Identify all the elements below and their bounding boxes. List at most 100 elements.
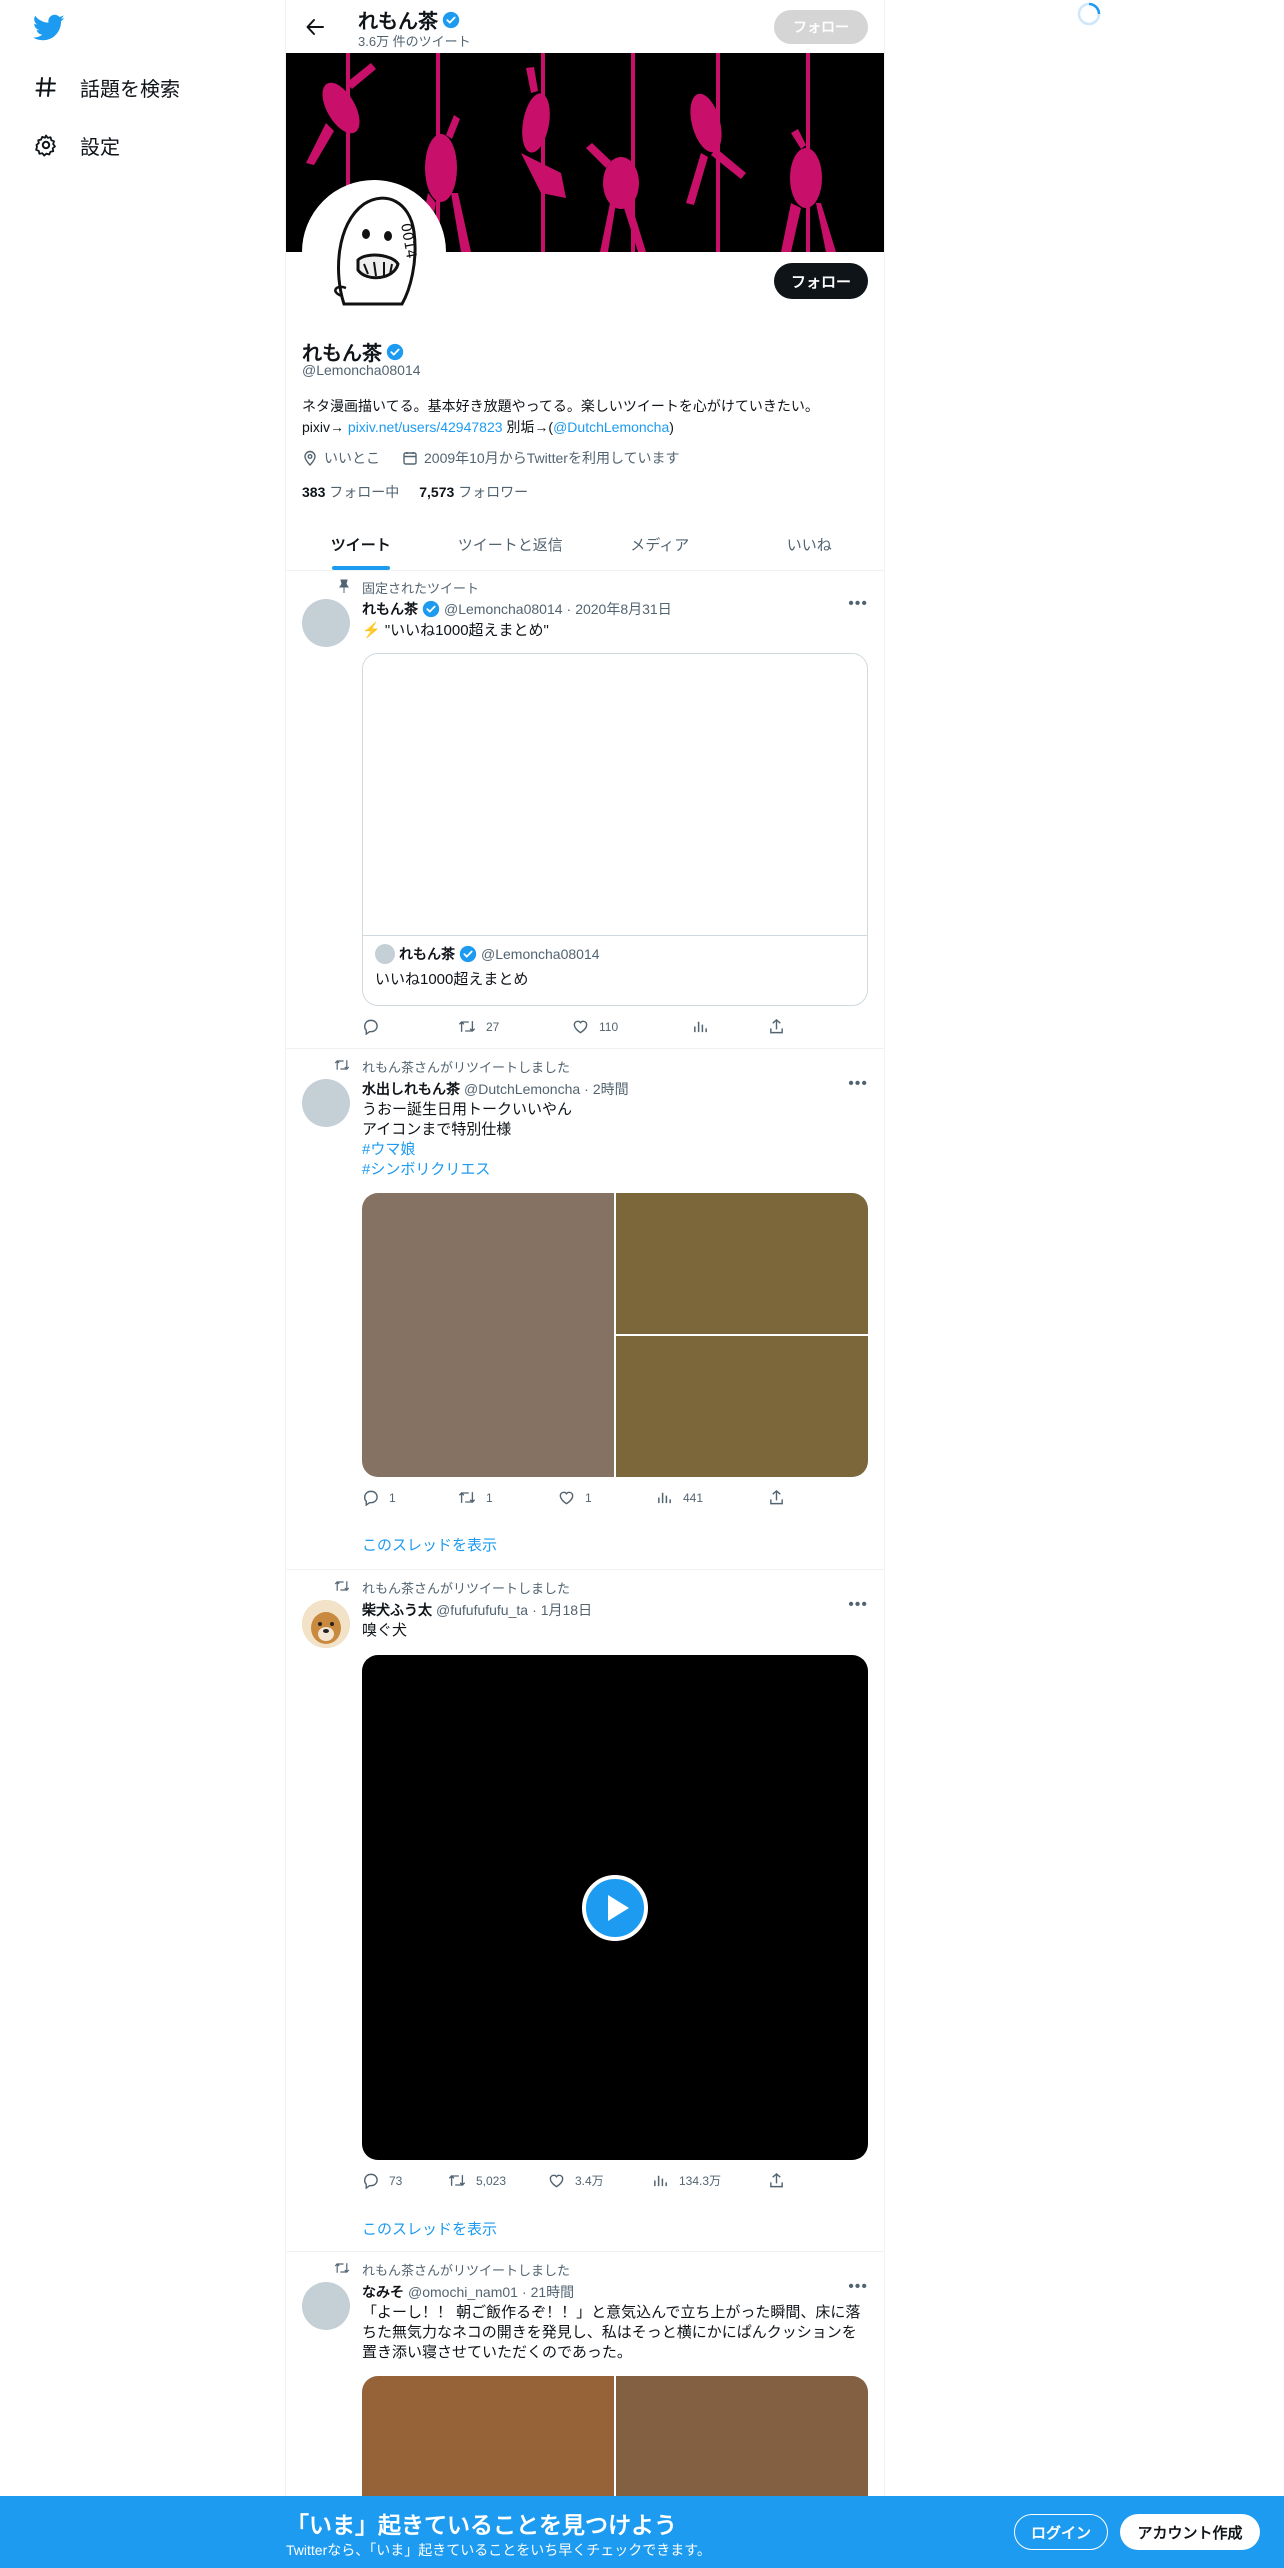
tweet-pinned[interactable]: 固定されたツイート れもん茶 @Lemoncha08014 · 2020年8月3… bbox=[286, 571, 884, 1049]
quote-author-handle: @Lemoncha08014 bbox=[481, 946, 600, 962]
like-button[interactable]: 110 bbox=[572, 1018, 618, 1035]
more-icon[interactable]: ••• bbox=[848, 2278, 868, 2296]
tweet-actions: 1 1 1 441 bbox=[362, 1489, 792, 1509]
tweet-text: 嗅ぐ犬 bbox=[362, 1622, 408, 1639]
tweet-author-name[interactable]: 柴犬ふう太 bbox=[362, 1600, 432, 1620]
header-title: れもん茶 bbox=[358, 5, 460, 34]
signup-banner-subtitle: Twitterなら、「いま」起きていることをいち早くチェックできます。 bbox=[286, 2542, 711, 2558]
avatar-drawing-image: 0014 bbox=[306, 184, 442, 320]
more-icon[interactable]: ••• bbox=[848, 1596, 868, 1614]
quote-header: れもん茶 @Lemoncha08014 bbox=[375, 944, 600, 964]
tweet-text: うおー誕生日用トークいいやん アイコンまで特別仕様 #ウマ娘 #シンボリクリエス bbox=[362, 1100, 868, 1180]
bio-line: ネタ漫画描いてる。基本好き放題やってる。楽しいツイートを心がけていきたい。 bbox=[302, 398, 819, 414]
follow-button[interactable]: フォロー bbox=[774, 263, 868, 299]
profile-header-bar: れもん茶 3.6万 件のツイート フォロー bbox=[286, 0, 884, 53]
back-button[interactable] bbox=[300, 12, 330, 42]
location-pin-icon bbox=[304, 450, 316, 466]
retweet-icon bbox=[448, 2175, 466, 2186]
header-follow-button[interactable]: フォロー bbox=[774, 10, 868, 44]
reply-button[interactable]: 73 bbox=[362, 2172, 402, 2189]
media-image[interactable] bbox=[616, 1193, 868, 1334]
calendar-icon bbox=[403, 452, 417, 465]
tweet-header: 柴犬ふう太 @fufufufufu_ta · 1月18日 bbox=[362, 1600, 593, 1620]
views-button[interactable]: 441 bbox=[656, 1489, 703, 1506]
profile-joined: 2009年10月からTwitterを利用しています bbox=[424, 450, 680, 466]
show-thread-link[interactable]: このスレッドを表示 bbox=[362, 1534, 497, 1555]
profile-stats: 383 フォロー中 7,573 フォロワー bbox=[302, 482, 528, 502]
tweet-author-name[interactable]: なみそ bbox=[362, 2282, 404, 2302]
tweet-author-handle[interactable]: @fufufufufu_ta bbox=[436, 1602, 528, 1618]
play-button-icon[interactable] bbox=[582, 1875, 648, 1941]
signup-button[interactable]: アカウント作成 bbox=[1120, 2514, 1260, 2550]
tweet-text: ⚡️ "いいね1000超えまとめ" bbox=[362, 622, 549, 639]
views-button[interactable] bbox=[692, 1018, 709, 1035]
views-button[interactable]: 134.3万 bbox=[652, 2172, 721, 2189]
tweet-media-grid[interactable] bbox=[362, 1193, 868, 1477]
following-link[interactable]: 383 フォロー中 bbox=[302, 482, 399, 502]
tweet-author-handle[interactable]: @Lemoncha08014 bbox=[444, 601, 563, 617]
like-button[interactable]: 3.4万 bbox=[548, 2172, 604, 2189]
nav-settings[interactable]: 設定 bbox=[34, 125, 120, 165]
nav-explore[interactable]: 話題を検索 bbox=[34, 67, 180, 107]
tweet-time[interactable]: 2時間 bbox=[593, 1079, 629, 1099]
reply-icon bbox=[364, 1490, 378, 1506]
hashtag-link[interactable]: #ウマ娘 bbox=[362, 1140, 868, 1160]
media-image[interactable] bbox=[616, 1336, 868, 1477]
heart-icon bbox=[549, 2174, 564, 2188]
avatar[interactable] bbox=[302, 1079, 350, 1127]
quote-card[interactable]: れもん茶 @Lemoncha08014 いいね1000超えまとめ bbox=[362, 653, 868, 1006]
tweet-author-name[interactable]: 水出しれもん茶 bbox=[362, 1079, 460, 1099]
reply-icon bbox=[364, 1019, 378, 1035]
share-button[interactable] bbox=[768, 1018, 785, 1035]
tweet-time[interactable]: 1月18日 bbox=[541, 1600, 592, 1620]
retweet-button[interactable]: 5,023 bbox=[448, 2172, 506, 2189]
tweet-time[interactable]: 2020年8月31日 bbox=[575, 599, 672, 619]
bio-links-line: pixiv→ pixiv.net/users/42947823 別垢→(@Dut… bbox=[302, 417, 872, 438]
avatar[interactable] bbox=[302, 1600, 350, 1648]
show-thread-link[interactable]: このスレッドを表示 bbox=[362, 2218, 497, 2239]
login-button[interactable]: ログイン bbox=[1014, 2514, 1108, 2550]
profile-bio: ネタ漫画描いてる。基本好き放題やってる。楽しいツイートを心がけていきたい。 pi… bbox=[302, 396, 872, 438]
alt-account-link[interactable]: @DutchLemoncha bbox=[553, 419, 669, 435]
share-button[interactable] bbox=[768, 1489, 785, 1506]
tweet-author-name[interactable]: れもん茶 bbox=[362, 599, 418, 619]
twitter-logo-icon[interactable] bbox=[32, 14, 65, 42]
avatar[interactable] bbox=[302, 599, 350, 647]
reply-count: 73 bbox=[389, 2173, 403, 2188]
retweet-button[interactable]: 1 bbox=[458, 1489, 493, 1506]
more-icon[interactable]: ••• bbox=[848, 1075, 868, 1093]
tweet-author-handle[interactable]: @DutchLemoncha bbox=[464, 1081, 580, 1097]
bio-text: 別垢→( bbox=[502, 419, 554, 435]
like-button[interactable]: 1 bbox=[558, 1489, 592, 1506]
tweet-actions: 27 110 bbox=[362, 1018, 792, 1038]
heart-icon bbox=[559, 1491, 574, 1505]
arrow-left-icon bbox=[306, 19, 324, 35]
gear-icon bbox=[34, 133, 58, 157]
tab-tweets-replies[interactable]: ツイートと返信 bbox=[436, 518, 586, 570]
more-icon[interactable]: ••• bbox=[848, 595, 868, 613]
tweet-author-handle[interactable]: @omochi_nam01 bbox=[408, 2284, 518, 2300]
tweet-time[interactable]: 21時間 bbox=[531, 2282, 575, 2302]
media-image[interactable] bbox=[362, 1193, 614, 1477]
retweet-button[interactable]: 27 bbox=[458, 1018, 499, 1035]
reply-button[interactable] bbox=[362, 1018, 379, 1035]
pixiv-link[interactable]: pixiv.net/users/42947823 bbox=[348, 419, 503, 435]
analytics-icon bbox=[658, 1492, 671, 1504]
hashtag-link[interactable]: #シンボリクリエス bbox=[362, 1160, 868, 1180]
tab-media[interactable]: メディア bbox=[585, 518, 735, 570]
tweet-retweet[interactable]: れもん茶さんがリツイートしました 水出しれもん茶 @DutchLemoncha … bbox=[286, 1049, 884, 1570]
tab-tweets[interactable]: ツイート bbox=[286, 518, 436, 570]
retweet-count: 1 bbox=[486, 1490, 493, 1505]
profile-avatar[interactable]: 0014 bbox=[302, 180, 446, 324]
avatar[interactable] bbox=[302, 2282, 350, 2330]
tweet-video[interactable] bbox=[362, 1655, 868, 2160]
nav-explore-label: 話題を検索 bbox=[80, 78, 180, 101]
tab-likes[interactable]: いいね bbox=[735, 518, 885, 570]
tweet-retweet[interactable]: れもん茶さんがリツイートしました 柴犬ふう太 @fufufufufu_ta · … bbox=[286, 1570, 884, 2252]
followers-link[interactable]: 7,573 フォロワー bbox=[419, 482, 528, 502]
avatar bbox=[375, 944, 395, 964]
reply-button[interactable]: 1 bbox=[362, 1489, 396, 1506]
share-button[interactable] bbox=[768, 2172, 785, 2189]
profile-meta: いいとこ 2009年10月からTwitterを利用しています bbox=[302, 448, 680, 468]
header-name: れもん茶 bbox=[358, 11, 438, 33]
